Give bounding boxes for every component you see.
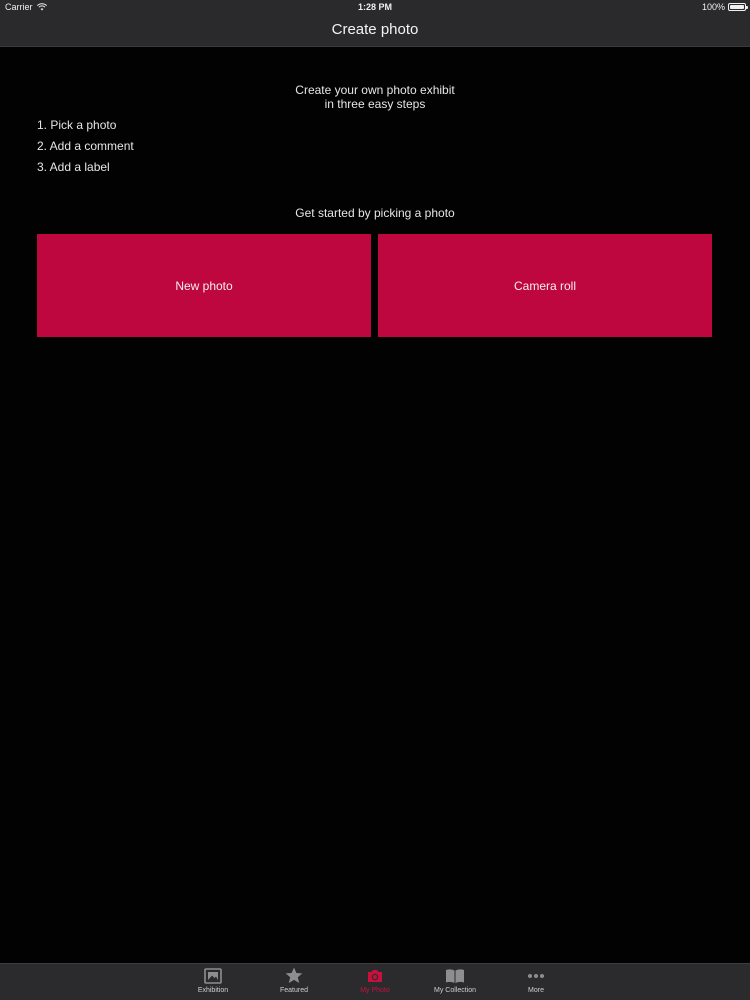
- tab-my-collection[interactable]: My Collection: [415, 967, 495, 1000]
- page-title: Create photo: [331, 21, 419, 38]
- step-item: 1. Pick a photo: [37, 118, 117, 132]
- intro-line-1: Create your own photo exhibit: [295, 83, 455, 97]
- star-icon: [285, 967, 303, 983]
- tab-featured[interactable]: Featured: [254, 967, 334, 1000]
- battery-percent: 100%: [701, 2, 725, 12]
- get-started-prompt: Get started by picking a photo: [295, 206, 455, 220]
- camera-icon: [368, 970, 382, 982]
- tab-label: Exhibition: [197, 987, 229, 994]
- app-screen: Carrier 1:28 PM 100% Create photo Create…: [0, 0, 750, 1000]
- camera-roll-label: Camera roll: [513, 278, 576, 293]
- tab-label: My Collection: [433, 987, 476, 994]
- book-icon: [446, 969, 464, 983]
- step-item: 2. Add a comment: [37, 139, 134, 153]
- top-bar: Carrier 1:28 PM 100% Create photo: [0, 0, 750, 47]
- battery-icon: [728, 3, 748, 11]
- steps-list: 1. Pick a photo 2. Add a comment 3. Add …: [37, 118, 134, 181]
- tab-more[interactable]: More: [496, 967, 576, 1000]
- tab-bar: Exhibition Featured My Photo My Collecti…: [0, 963, 750, 1000]
- tab-label: Featured: [279, 987, 309, 994]
- picture-frame-icon: [204, 968, 222, 984]
- tab-exhibition[interactable]: Exhibition: [173, 967, 253, 1000]
- new-photo-button[interactable]: New photo: [37, 234, 371, 337]
- status-battery: 100%: [701, 2, 748, 12]
- tab-label: My Photo: [360, 987, 390, 994]
- camera-roll-button[interactable]: Camera roll: [378, 234, 712, 337]
- intro-line-2: in three easy steps: [324, 97, 426, 111]
- intro-text: Create your own photo exhibit in three e…: [0, 83, 750, 111]
- new-photo-label: New photo: [175, 278, 233, 293]
- tab-my-photo[interactable]: My Photo: [335, 967, 415, 1000]
- tab-label: More: [528, 987, 544, 994]
- more-dots-icon: [528, 974, 544, 978]
- status-time: 1:28 PM: [357, 2, 392, 12]
- step-item: 3. Add a label: [37, 160, 110, 174]
